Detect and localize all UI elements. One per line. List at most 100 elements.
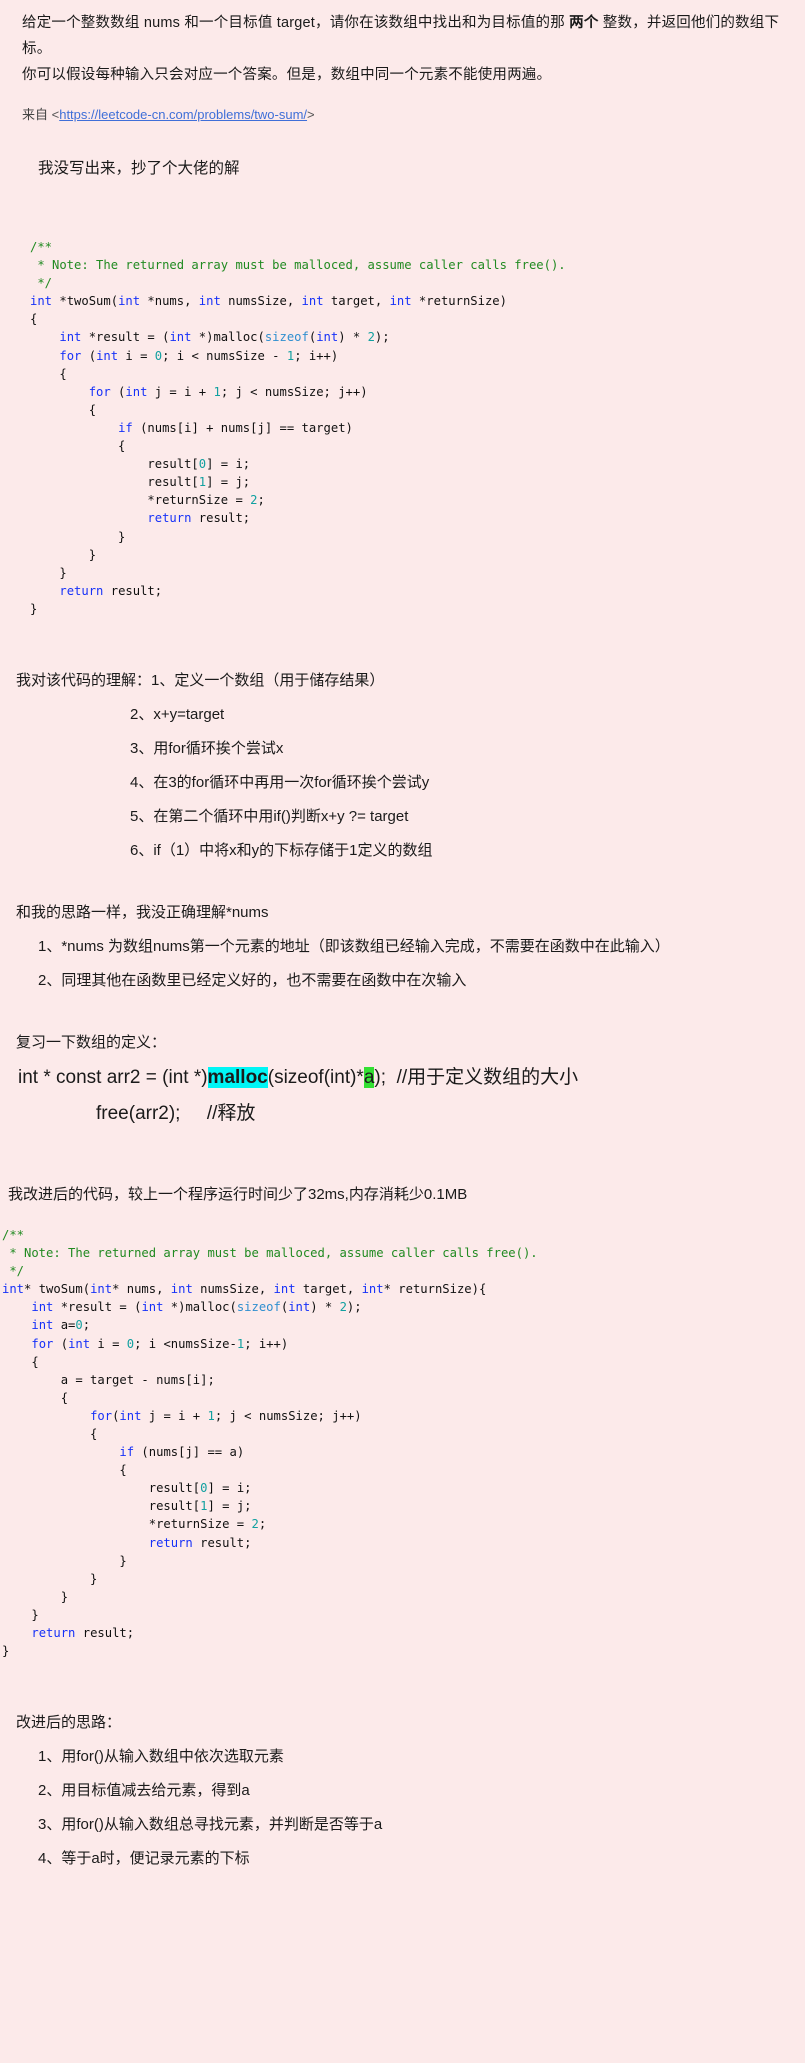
code-token: } <box>2 1607 39 1622</box>
code-token: } <box>2 1589 69 1604</box>
code-token: return <box>31 1626 76 1641</box>
code-token: (nums[j] == a) <box>134 1445 245 1460</box>
code-token: { <box>2 1354 39 1369</box>
code-token: if <box>118 420 133 435</box>
improved-thoughts-heading: 改进后的思路： <box>16 1714 122 1732</box>
code-token: 2 <box>339 1300 347 1315</box>
list-item: 3、用for循环挨个尝试x <box>130 739 284 757</box>
code-token: int <box>170 1282 193 1297</box>
code-token: i = <box>90 1336 127 1351</box>
code-token: *twoSum( <box>52 294 119 309</box>
code-token: 0 <box>126 1336 135 1351</box>
code-token: } <box>2 1644 10 1659</box>
code-token: a= <box>53 1318 76 1333</box>
list-item: 2、用目标值减去给元素，得到a <box>38 1782 250 1800</box>
code-block-original: /** * Note: The returned array must be m… <box>0 178 805 618</box>
code-token: int <box>119 1408 142 1423</box>
code-token: ; i < numsSize - <box>162 348 287 363</box>
code-token: 2 <box>367 330 375 345</box>
code-token: int <box>198 294 221 309</box>
code-token: for <box>59 348 82 363</box>
code-token: *returnSize) <box>411 294 507 309</box>
code-token: *)malloc( <box>163 1300 237 1315</box>
code-token: ] = j; <box>206 475 251 490</box>
understanding-section: 我对该代码的理解：1、定义一个数组（用于储存结果） 2、x+y=target 3、… <box>0 664 805 868</box>
code-token: *result = ( <box>81 330 170 345</box>
code-token: 0 <box>75 1318 83 1333</box>
code-token: */ <box>2 1264 25 1279</box>
improved-code-heading: 我改进后的代码，较上一个程序运行时间少了32ms,内存消耗少0.1MB <box>8 1185 468 1203</box>
array-review-snippet-line-2: free(arr2); //释放 <box>96 1102 256 1124</box>
understanding-list: 2、x+y=target 3、用for循环挨个尝试x 4、在3的for循环中再用一次… <box>8 698 805 868</box>
pointer-section: 和我的思路一样，我没正确理解*nums 1、*nums 为数组nums第一个元素… <box>0 896 805 998</box>
code-token: int <box>361 1282 384 1297</box>
code-token: int <box>288 1300 311 1315</box>
problem-emphasis: 两个 <box>569 15 599 31</box>
code-token: ; i++) <box>244 1336 289 1351</box>
code-token: ; j < numsSize; j++) <box>214 1408 362 1423</box>
code-block-improved: /** * Note: The returned array must be m… <box>0 1226 805 1660</box>
code-token: ( <box>53 1336 69 1351</box>
code-token: int <box>68 1336 91 1351</box>
code-token: for <box>90 1408 113 1423</box>
code-token: i = <box>118 348 155 363</box>
problem-line-2: 你可以假设每种输入只会对应一个答案。但是，数组中同一个元素不能使用两遍。 <box>22 67 552 83</box>
pointer-item-2: 2、同理其他在函数里已经定义好的，也不需要在函数中在次输入 <box>38 971 467 989</box>
code-token: int <box>125 384 148 399</box>
code-token: ; <box>82 1318 91 1333</box>
code-token: } <box>30 601 38 616</box>
list-item: 3、用for()从输入数组总寻找元素，并判断是否等于a <box>38 1816 383 1834</box>
array-review-snippet-line-1: int * const arr2 = (int *)malloc(sizeof(… <box>8 1060 805 1096</box>
code-token: result[ <box>30 475 199 490</box>
array-review-heading: 复习一下数组的定义： <box>16 1033 167 1051</box>
code-token: target, <box>295 1282 362 1297</box>
code-token: int <box>30 294 53 309</box>
code-token: ] = i; <box>207 1481 252 1496</box>
source-prefix: 来自 <box>22 107 52 122</box>
code-token: } <box>2 1571 98 1586</box>
code-token: sizeof <box>236 1300 281 1315</box>
code-token: 2 <box>251 1517 259 1532</box>
list-item: 1、用for()从输入数组中依次选取元素 <box>38 1748 284 1766</box>
code-token: /** <box>2 1227 25 1242</box>
code-token: int <box>389 294 412 309</box>
code-token: result; <box>192 1535 252 1550</box>
code-token: int <box>118 294 141 309</box>
code-token: (nums[i] + nums[j] == target) <box>132 420 353 435</box>
code-token: int <box>96 348 119 363</box>
code-token: { <box>30 366 67 381</box>
code-token: result; <box>75 1626 135 1641</box>
angle-close: > <box>307 107 315 122</box>
code-token: int <box>90 1282 113 1297</box>
snippet-mid: (sizeof(int)* <box>267 1066 364 1088</box>
code-token: 0 <box>154 348 163 363</box>
list-item: 4、等于a时，便记录元素的下标 <box>38 1850 250 1868</box>
code-token: int <box>316 330 339 345</box>
code-token: { <box>2 1427 98 1441</box>
code-token: numsSize, <box>220 294 302 309</box>
code-token: ] = i; <box>206 457 251 472</box>
code-token: 1 <box>207 1408 215 1423</box>
code-token: int <box>301 294 324 309</box>
code-token: *nums, <box>140 294 199 309</box>
note-heading: 我没写出来，抄了个大佬的解 <box>38 160 240 177</box>
code-token: int <box>31 1300 54 1315</box>
code-token: 1 <box>198 475 207 490</box>
code-token: ) * <box>310 1300 340 1315</box>
source-link[interactable]: https://leetcode-cn.com/problems/two-sum… <box>59 107 307 122</box>
code-token: ( <box>81 348 97 363</box>
code-token: int <box>169 330 192 345</box>
code-token: ; j < numsSize; j++) <box>220 384 368 399</box>
code-token: { <box>30 402 97 417</box>
code-token: /** <box>30 240 53 254</box>
